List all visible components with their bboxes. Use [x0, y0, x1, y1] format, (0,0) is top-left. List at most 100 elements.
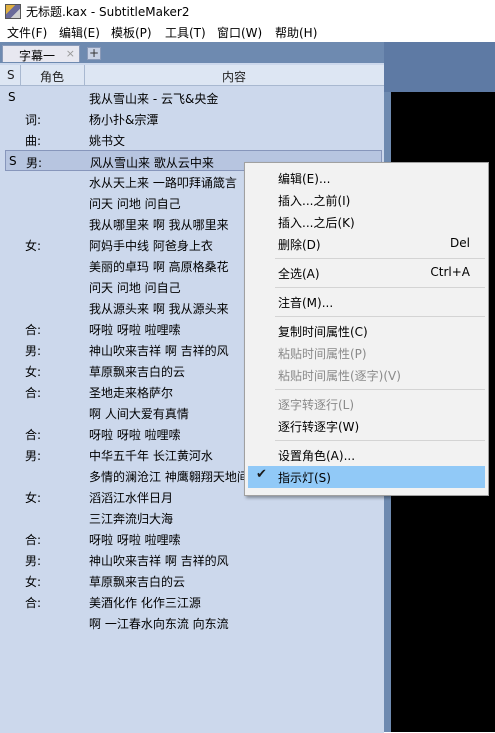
table-row[interactable]: 三江奔流归大海	[0, 507, 384, 528]
menu-separator	[275, 389, 485, 390]
context-menu-item[interactable]: 注音(M)...	[245, 291, 488, 313]
menu-item-shortcut: Del	[450, 236, 470, 250]
add-tab-button[interactable]: +	[87, 47, 101, 60]
context-menu-item[interactable]: 插入...之前(I)	[245, 189, 488, 211]
menu-tools[interactable]: 工具(T)	[165, 24, 206, 41]
context-menu-item[interactable]: 插入...之后(K)	[245, 211, 488, 233]
table-row[interactable]: 合: 美酒化作 化作三江源	[0, 591, 384, 612]
row-content: 风从雪山来 歌从云中来	[90, 156, 214, 170]
column-divider[interactable]	[20, 65, 21, 85]
row-role: 女:	[25, 575, 42, 589]
menu-item-label: 指示灯(S)	[278, 471, 331, 485]
window-title: 无标题.kax - SubtitleMaker2	[26, 5, 190, 19]
row-s-flag: S	[9, 154, 17, 168]
row-content: 中华五千年 长江黄河水	[89, 449, 213, 463]
table-row[interactable]: S 我从雪山来 - 云飞&央金	[0, 87, 384, 108]
row-content: 我从源头来 啊 我从源头来	[89, 302, 229, 316]
menu-item-label: 插入...之前(I)	[278, 194, 351, 208]
row-role: 男:	[25, 554, 42, 568]
context-menu-item[interactable]: 全选(A) Ctrl+A	[245, 262, 488, 284]
menu-item-label: 粘贴时间属性(P)	[278, 347, 367, 361]
menu-item-label: 逐字转逐行(L)	[278, 398, 355, 412]
menu-item-label: 全选(A)	[278, 267, 320, 281]
menu-item-label: 复制时间属性(C)	[278, 325, 368, 339]
menu-separator	[275, 258, 485, 259]
menu-separator	[275, 316, 485, 317]
context-menu: 编辑(E)... 插入...之前(I) 插入...之后(K) 删除(D) Del 全选(A…	[244, 162, 489, 496]
row-role: 词:	[25, 113, 42, 127]
row-content: 杨小扑&宗潭	[89, 113, 159, 127]
row-content: 神山吹来吉祥 啊 吉祥的风	[89, 344, 229, 358]
row-role: 女:	[25, 239, 42, 253]
context-menu-item[interactable]: 逐行转逐字(W)	[245, 415, 488, 437]
menu-item-label: 注音(M)...	[278, 296, 334, 310]
row-role: 合:	[25, 323, 42, 337]
menu-item-label: 删除(D)	[278, 238, 321, 252]
menu-help[interactable]: 帮助(H)	[275, 24, 317, 41]
list-header: S 角色 内容	[0, 65, 384, 86]
row-role: 合:	[25, 533, 42, 547]
menu-item-label: 粘贴时间属性(逐字)(V)	[278, 369, 401, 383]
context-menu-item[interactable]: 复制时间属性(C)	[245, 320, 488, 342]
row-content: 我从哪里来 啊 我从哪里来	[89, 218, 229, 232]
row-content: 啊 一江春水向东流 向东流	[89, 617, 229, 631]
context-menu-item[interactable]: 编辑(E)...	[245, 167, 488, 189]
row-content: 三江奔流归大海	[89, 512, 174, 526]
row-content: 多情的澜沧江 神鹰翱翔天地间	[89, 470, 249, 484]
tab-subtitle-1[interactable]: 字幕一 ×	[2, 45, 80, 63]
title-bar: 无标题.kax - SubtitleMaker2	[0, 0, 495, 22]
menu-separator	[275, 287, 485, 288]
column-content[interactable]: 内容	[222, 68, 246, 85]
preview-header	[384, 42, 495, 92]
menu-item-shortcut: Ctrl+A	[430, 265, 470, 279]
context-menu-item[interactable]: ✔ 指示灯(S)	[248, 466, 485, 488]
menu-item-label: 逐行转逐字(W)	[278, 420, 360, 434]
row-content: 美丽的卓玛 啊 高原格桑花	[89, 260, 229, 274]
column-s[interactable]: S	[7, 68, 15, 82]
menu-item-label: 插入...之后(K)	[278, 216, 355, 230]
context-menu-item[interactable]: 删除(D) Del	[245, 233, 488, 255]
context-menu-item[interactable]: 设置角色(A)...	[245, 444, 488, 466]
menu-bar: 文件(F) 编辑(E) 模板(P) 工具(T) 窗口(W) 帮助(H)	[0, 22, 495, 42]
context-menu-item: 粘贴时间属性(P)	[245, 342, 488, 364]
table-row[interactable]: 曲: 姚书文	[0, 129, 384, 150]
column-role[interactable]: 角色	[40, 68, 64, 85]
row-role: 男:	[25, 344, 42, 358]
row-role: 男:	[26, 156, 43, 170]
row-content: 啊 人间大爱有真情	[89, 407, 189, 421]
row-content: 呀啦 呀啦 啦哩嗦	[89, 428, 181, 442]
row-role: 合:	[25, 428, 42, 442]
row-content: 呀啦 呀啦 啦哩嗦	[89, 533, 181, 547]
row-content: 草原飘来吉白的云	[89, 365, 186, 379]
row-role: 女:	[25, 365, 42, 379]
app-icon[interactable]	[5, 4, 21, 19]
row-role: 男:	[25, 449, 42, 463]
table-row[interactable]: 女: 草原飘来吉白的云	[0, 570, 384, 591]
row-content: 滔滔江水伴日月	[89, 491, 174, 505]
table-row[interactable]: 词: 杨小扑&宗潭	[0, 108, 384, 129]
menu-file[interactable]: 文件(F)	[7, 24, 47, 41]
row-content: 问天 问地 问自己	[89, 281, 181, 295]
close-icon[interactable]: ×	[66, 47, 75, 60]
menu-separator	[275, 440, 485, 441]
checkmark-icon: ✔	[256, 467, 267, 482]
row-content: 姚书文	[89, 134, 126, 148]
column-divider[interactable]	[84, 65, 85, 85]
row-role: 合:	[25, 596, 42, 610]
context-menu-item: 粘贴时间属性(逐字)(V)	[245, 364, 488, 386]
tab-strip: 字幕一 × +	[0, 42, 384, 63]
row-s-flag: S	[8, 90, 16, 104]
row-role: 曲:	[25, 134, 42, 148]
menu-window[interactable]: 窗口(W)	[217, 24, 262, 41]
menu-edit[interactable]: 编辑(E)	[59, 24, 100, 41]
row-content: 我从雪山来 - 云飞&央金	[89, 92, 219, 106]
menu-item-label: 编辑(E)...	[278, 172, 331, 186]
table-row[interactable]: 男: 神山吹来吉祥 啊 吉祥的风	[0, 549, 384, 570]
table-row[interactable]: 啊 一江春水向东流 向东流	[0, 612, 384, 633]
table-row[interactable]: 合: 呀啦 呀啦 啦哩嗦	[0, 528, 384, 549]
row-content: 草原飘来吉白的云	[89, 575, 186, 589]
row-content: 问天 问地 问自己	[89, 197, 181, 211]
row-role: 合:	[25, 386, 42, 400]
menu-template[interactable]: 模板(P)	[111, 24, 152, 41]
context-menu-item: 逐字转逐行(L)	[245, 393, 488, 415]
